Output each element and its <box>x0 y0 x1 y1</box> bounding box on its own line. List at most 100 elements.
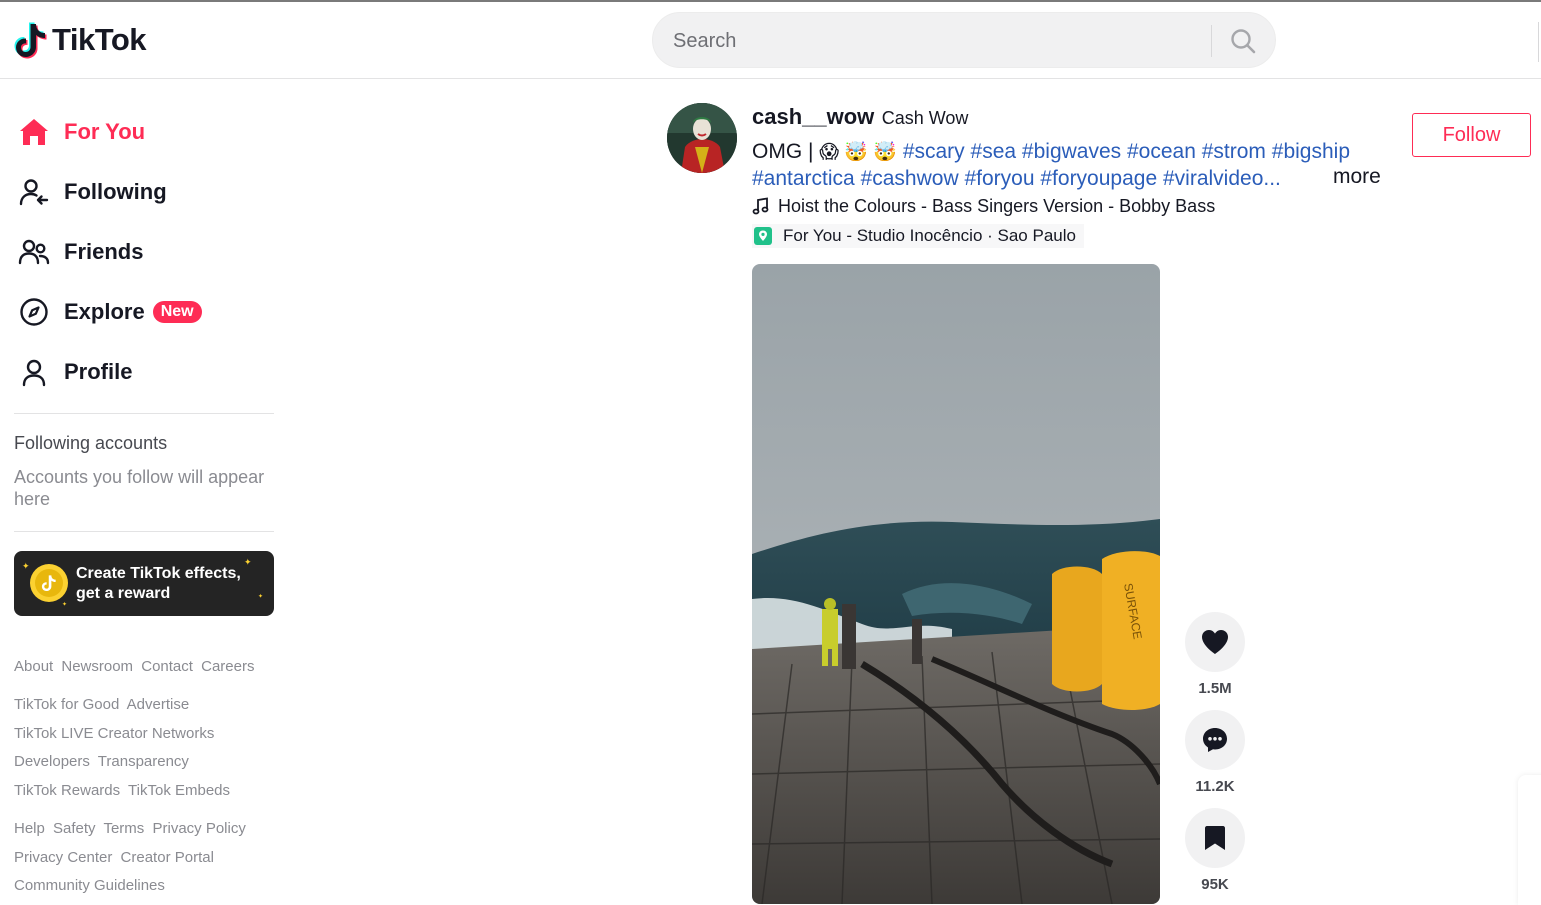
caption-more-button[interactable]: more <box>1333 165 1381 189</box>
following-accounts-title: Following accounts <box>14 433 168 453</box>
footer-link-careers[interactable]: Careers <box>201 658 254 675</box>
new-badge: New <box>152 301 202 323</box>
hashtag-link[interactable]: #strom <box>1202 140 1266 163</box>
footer-link-privacy-center[interactable]: Privacy Center <box>14 849 112 866</box>
save-button[interactable] <box>1185 808 1245 868</box>
footer-links-row: TikTok Rewards TikTok Embeds <box>14 782 234 799</box>
sidebar-item-label: Following <box>64 179 167 204</box>
footer-link-community-guidelines[interactable]: Community Guidelines <box>14 877 165 894</box>
footer-link-developers[interactable]: Developers <box>14 753 90 770</box>
like-action: 1.5M <box>1185 612 1245 697</box>
profile-icon <box>14 352 54 392</box>
footer-link-safety[interactable]: Safety <box>53 820 96 837</box>
comment-count: 11.2K <box>1195 778 1235 795</box>
hashtag-link[interactable]: #bigship <box>1272 140 1350 163</box>
search-input[interactable] <box>671 25 1195 57</box>
like-button[interactable] <box>1185 612 1245 672</box>
video-player[interactable]: SURFACE <box>752 264 1160 904</box>
tiktok-note-icon <box>14 22 47 59</box>
comment-button[interactable] <box>1185 710 1245 770</box>
compass-icon <box>14 292 54 332</box>
sidebar-divider <box>14 531 274 532</box>
save-count: 95K <box>1201 876 1229 893</box>
footer-links-row: Developers Transparency <box>14 753 193 770</box>
heart-icon <box>1202 630 1228 654</box>
author-avatar[interactable] <box>667 103 737 173</box>
footer-link-terms[interactable]: Terms <box>103 820 144 837</box>
friends-icon <box>14 232 54 272</box>
sidebar-item-friends[interactable]: Friends <box>14 227 143 277</box>
header-right-divider <box>1538 22 1539 62</box>
footer-link-contact[interactable]: Contact <box>141 658 193 675</box>
like-count: 1.5M <box>1198 680 1232 697</box>
footer-links-row: Privacy Center Creator Portal <box>14 849 218 866</box>
footer-links-row: About Newsroom Contact Careers <box>14 658 258 675</box>
footer-link-help[interactable]: Help <box>14 820 45 837</box>
footer-link-live-creator-networks[interactable]: TikTok LIVE Creator Networks <box>14 725 214 742</box>
top-bar: TikTok <box>0 2 1541 79</box>
hashtag-link[interactable]: #scary <box>903 140 965 163</box>
follow-button[interactable]: Follow <box>1412 113 1531 157</box>
sidebar-item-label: Profile <box>64 359 133 384</box>
bookmark-icon <box>1205 826 1225 850</box>
sidebar-item-following[interactable]: Following <box>14 167 167 217</box>
sidebar-item-for-you[interactable]: For You <box>14 107 145 157</box>
save-action: 95K <box>1185 808 1245 893</box>
home-icon <box>14 112 54 152</box>
footer-link-newsroom[interactable]: Newsroom <box>61 658 133 675</box>
author-nickname: Cash Wow <box>881 108 969 128</box>
music-title: Hoist the Colours - Bass Singers Version… <box>778 195 1216 216</box>
search-button[interactable] <box>1223 23 1263 59</box>
caption-text: OMG | <box>752 140 820 163</box>
post-author-line: cash__wow Cash Wow <box>752 104 968 130</box>
footer-links-row: TikTok LIVE Creator Networks <box>14 725 218 742</box>
sparkle-icon: ✦ <box>62 602 68 608</box>
comment-icon <box>1203 728 1227 752</box>
music-link[interactable]: Hoist the Colours - Bass Singers Version… <box>752 195 1215 217</box>
location-pin-icon <box>754 227 772 245</box>
effect-coin-icon <box>30 564 68 602</box>
footer-link-creator-portal[interactable]: Creator Portal <box>121 849 214 866</box>
create-effects-promo-button[interactable]: ✦ ✦ ✦ ✦ Create TikTok effects, get a rew… <box>14 551 274 616</box>
caption-line-1: OMG | 😱 🤯 🤯 #scary #sea #bigwaves #ocean… <box>752 139 1392 166</box>
caption-line-2: #antarctica #cashwow #foryou #foryoupage… <box>752 166 1392 192</box>
footer-link-transparency[interactable]: Transparency <box>98 753 189 770</box>
hashtag-link[interactable]: #viralvideo... <box>1163 167 1281 190</box>
sidebar-item-profile[interactable]: Profile <box>14 347 132 397</box>
sidebar-item-label: For You <box>64 119 146 144</box>
hashtag-link[interactable]: #foryoupage <box>1040 167 1157 190</box>
tiktok-logo[interactable]: TikTok <box>14 20 147 60</box>
author-username[interactable]: cash__wow <box>752 104 874 129</box>
footer-links-row: Community Guidelines <box>14 877 169 894</box>
following-icon <box>14 172 54 212</box>
sidebar: For You Following Friends Explore New Pr… <box>0 79 290 897</box>
footer-link-embeds[interactable]: TikTok Embeds <box>128 782 230 799</box>
location-text: For You - Studio Inocêncio · Sao Paulo <box>783 226 1076 245</box>
post-caption: OMG | 😱 🤯 🤯 #scary #sea #bigwaves #ocean… <box>752 139 1392 192</box>
sidebar-item-label: Friends <box>64 239 144 264</box>
hashtag-link[interactable]: #sea <box>971 140 1017 163</box>
sparkle-icon: ✦ <box>22 561 30 571</box>
sidebar-item-explore[interactable]: Explore New <box>14 287 202 337</box>
footer-link-privacy-policy[interactable]: Privacy Policy <box>152 820 245 837</box>
footer-link-rewards[interactable]: TikTok Rewards <box>14 782 120 799</box>
footer-link-about[interactable]: About <box>14 658 53 675</box>
footer-links-row: Help Safety Terms Privacy Policy <box>14 820 250 837</box>
hashtag-link[interactable]: #antarctica <box>752 167 855 190</box>
music-note-icon <box>752 197 769 215</box>
location-anchor[interactable]: For You - Studio Inocêncio · Sao Paulo <box>752 224 1084 248</box>
caption-emojis: 😱 🤯 🤯 <box>819 142 897 163</box>
search-icon <box>1231 29 1256 54</box>
footer-links-row: TikTok for Good Advertise <box>14 696 193 713</box>
hashtag-link[interactable]: #ocean <box>1127 140 1196 163</box>
video-frame: SURFACE <box>752 264 1160 904</box>
hashtag-link[interactable]: #bigwaves <box>1022 140 1121 163</box>
logo-wordmark: TikTok <box>52 22 147 57</box>
footer-link-advertise[interactable]: Advertise <box>127 696 190 713</box>
hashtag-link[interactable]: #foryou <box>964 167 1034 190</box>
promo-text: Create TikTok effects, get a reward <box>76 565 241 602</box>
hashtag-link[interactable]: #cashwow <box>861 167 959 190</box>
following-accounts-description: Accounts you follow will appear here <box>14 467 265 509</box>
footer-link-tiktok-for-good[interactable]: TikTok for Good <box>14 696 119 713</box>
comment-action: 11.2K <box>1185 710 1245 795</box>
